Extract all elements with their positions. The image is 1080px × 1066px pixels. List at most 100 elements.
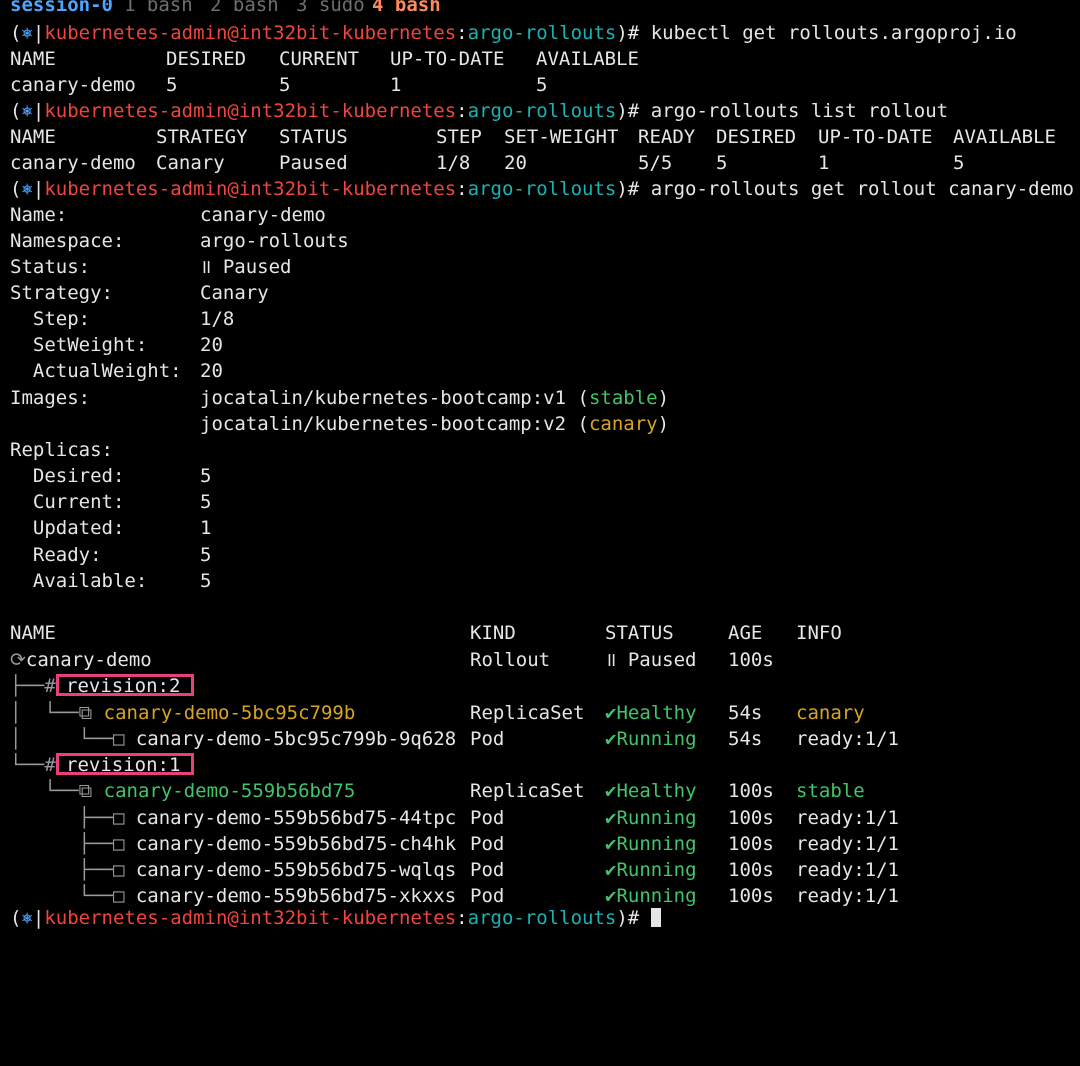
tree-status-running: ✔Running — [605, 859, 697, 881]
tree-age: 100s — [728, 833, 774, 855]
prompt-namespace: argo-rollouts — [467, 100, 617, 122]
detail-row: ActualWeight: 20 — [0, 358, 1080, 384]
detail-label: Images: — [10, 387, 91, 409]
col-header: AVAILABLE — [536, 48, 639, 70]
col-header: KIND — [470, 622, 516, 644]
image-name: jocatalin/kubernetes-bootcamp:v1 — [200, 387, 567, 409]
prompt-colon: : — [456, 907, 468, 929]
tree-kind: Rollout — [470, 649, 551, 671]
tree-kind: Pod — [470, 728, 505, 750]
tree-row-replicaset: └──⧉ canary-demo-559b56bd75 ReplicaSet ✔… — [0, 778, 1080, 804]
kubernetes-helm-icon: ⎈ — [21, 100, 33, 122]
prompt-line: (⎈|kubernetes-admin@int32bit-kubernetes:… — [0, 20, 1080, 46]
detail-label: Name: — [10, 204, 68, 226]
shell-prompt: (⎈|kubernetes-admin@int32bit-kubernetes:… — [10, 176, 1074, 202]
tree-name: ├──□ canary-demo-559b56bd75-wqlqs — [10, 857, 457, 883]
tree-name: │ └──⧉ canary-demo-5bc95c799b — [10, 700, 355, 726]
text-cursor[interactable] — [650, 908, 661, 927]
tree-age: 100s — [728, 780, 774, 802]
col-header: AGE — [728, 622, 763, 644]
table-cell: 5/5 — [638, 152, 673, 174]
prompt-namespace: argo-rollouts — [467, 907, 617, 929]
tree-status-healthy: ✔Healthy — [605, 780, 697, 802]
col-header: STATUS — [605, 622, 674, 644]
command-text: argo-rollouts get rollout canary-demo — [650, 178, 1074, 200]
tree-kind: Pod — [470, 807, 505, 829]
prompt-line: (⎈|kubernetes-admin@int32bit-kubernetes:… — [0, 98, 1080, 124]
tree-row-pod: ├──□ canary-demo-559b56bd75-44tpc Pod ✔R… — [0, 805, 1080, 831]
table-cell: 5 — [716, 152, 728, 174]
tmux-window-4-active[interactable]: 4 bash — [372, 0, 441, 18]
rollout-name: canary-demo — [25, 649, 152, 671]
prompt-open: ( — [10, 178, 22, 200]
tmux-window-3[interactable]: 3 sudo — [296, 0, 365, 18]
detail-label: Available: — [10, 570, 148, 592]
command-text: kubectl get rollouts.argoproj.io — [650, 22, 1017, 44]
detail-value: argo-rollouts — [200, 230, 349, 252]
detail-label: Current: — [10, 491, 125, 513]
detail-value: 5 — [200, 544, 212, 566]
kubernetes-helm-icon: ⎈ — [21, 22, 33, 44]
prompt-user-context: kubernetes-admin@int32bit-kubernetes — [44, 22, 457, 44]
detail-label: Ready: — [10, 544, 102, 566]
tree-row-pod: ├──□ canary-demo-559b56bd75-ch4hk Pod ✔R… — [0, 831, 1080, 857]
detail-row: Desired: 5 — [0, 463, 1080, 489]
kubernetes-helm-icon: ⎈ — [21, 178, 33, 200]
tree-age: 100s — [728, 807, 774, 829]
replicaset-icon: │ └──⧉ — [10, 702, 104, 724]
tmux-status-bar: session-0 1 bash 2 bash 3 sudo 4 bash — [0, 0, 1080, 18]
prompt-namespace: argo-rollouts — [467, 178, 617, 200]
tree-info: ready:1/1 — [796, 807, 899, 829]
tmux-window-2[interactable]: 2 bash — [210, 0, 279, 18]
detail-row: Ready: 5 — [0, 542, 1080, 568]
tree-status-running: ✔Running — [605, 728, 697, 750]
prompt-close: )# — [616, 178, 640, 200]
col-header: NAME — [10, 126, 56, 148]
tree-info: ready:1/1 — [796, 859, 899, 881]
kubernetes-helm-icon: ⎈ — [21, 907, 33, 929]
detail-label: Namespace: — [10, 230, 125, 252]
table-cell: Paused — [279, 152, 348, 174]
prompt-close: )# — [616, 907, 640, 929]
rollout-icon: ⟳ — [10, 649, 26, 671]
tree-kind: Pod — [470, 833, 505, 855]
image-entry: jocatalin/kubernetes-bootcamp:v1 (stable… — [200, 387, 670, 409]
tree-kind: Pod — [470, 859, 505, 881]
col-header: STEP — [436, 126, 482, 148]
replicaset-name: canary-demo-5bc95c799b — [103, 702, 356, 724]
col-header: DESIRED — [716, 126, 797, 148]
table-row: canary-demo 5 5 1 5 — [0, 72, 1080, 98]
command-text: argo-rollouts list rollout — [650, 100, 949, 122]
tree-age: 54s — [728, 728, 763, 750]
pod-name: canary-demo-559b56bd75-wqlqs — [135, 859, 457, 881]
tree-name: ⟳canary-demo — [10, 647, 152, 673]
detail-value: 1 — [200, 517, 212, 539]
table-row: canary-demo Canary Paused 1/8 20 5/5 5 1… — [0, 150, 1080, 176]
pod-icon: └──□ — [10, 885, 136, 907]
detail-value: 5 — [200, 465, 212, 487]
detail-label: Strategy: — [10, 282, 113, 304]
detail-row: SetWeight: 20 — [0, 332, 1080, 358]
table-cell: canary-demo — [10, 74, 136, 96]
prompt-colon: : — [456, 22, 468, 44]
tree-row-revision: ├──# revision:2 — [0, 673, 1080, 699]
prompt-separator: | — [32, 907, 45, 929]
table-cell: 5 — [279, 74, 291, 96]
col-header: NAME — [10, 622, 56, 644]
col-header: UP-TO-DATE — [818, 126, 933, 148]
tree-info-canary: canary — [796, 702, 865, 724]
tree-name: │ └──□ canary-demo-5bc95c799b-9q628 — [10, 726, 456, 752]
col-header: UP-TO-DATE — [390, 48, 505, 70]
tmux-window-1[interactable]: 1 bash — [124, 0, 193, 18]
tree-row-revision: └──# revision:1 — [0, 752, 1080, 778]
tmux-session-name: session-0 — [10, 0, 113, 16]
detail-value: 20 — [200, 360, 223, 382]
tree-age: 100s — [728, 649, 774, 671]
prompt-colon: : — [456, 100, 468, 122]
tree-info: ready:1/1 — [796, 833, 899, 855]
replicaset-name: canary-demo-559b56bd75 — [103, 780, 356, 802]
prompt-line-current[interactable]: (⎈|kubernetes-admin@int32bit-kubernetes:… — [0, 905, 1080, 931]
image-name: jocatalin/kubernetes-bootcamp:v2 — [200, 413, 567, 435]
terminal-window[interactable]: session-0 1 bash 2 bash 3 sudo 4 bash (⎈… — [0, 0, 1080, 929]
pod-icon: ├──□ — [10, 859, 136, 881]
